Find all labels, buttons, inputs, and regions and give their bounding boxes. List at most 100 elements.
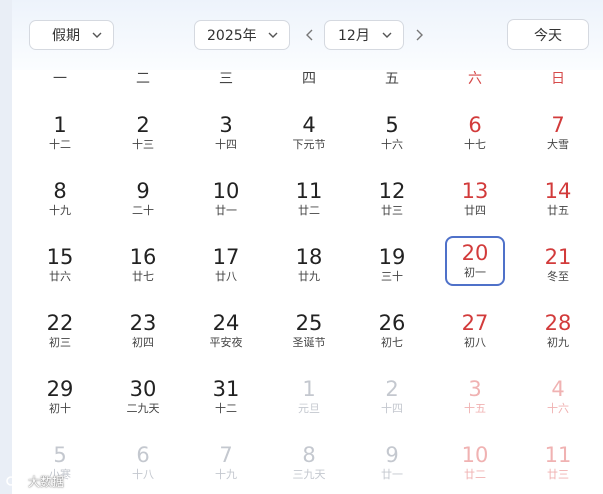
day-cell[interactable]: 8 三九天 xyxy=(279,438,339,488)
day-cell[interactable]: 31 十二 xyxy=(196,372,256,422)
day-cell[interactable]: 13 廿四 xyxy=(445,174,505,224)
lunar-label: 元旦 xyxy=(298,402,320,415)
day-number: 5 xyxy=(53,443,67,467)
chevron-left-icon[interactable] xyxy=(303,27,317,43)
day-cell[interactable]: 10 廿一 xyxy=(196,174,256,224)
day-cell[interactable]: 21 冬至 xyxy=(528,240,588,290)
day-cell[interactable]: 3 十五 xyxy=(445,372,505,422)
day-number: 4 xyxy=(551,377,565,401)
day-number: 8 xyxy=(302,443,316,467)
day-cell[interactable]: 4 下元节 xyxy=(279,108,339,158)
day-cell[interactable]: 24 平安夜 xyxy=(196,306,256,356)
lunar-label: 下元节 xyxy=(292,138,326,151)
day-cell[interactable]: 27 初八 xyxy=(445,306,505,356)
day-cell[interactable]: 25 圣诞节 xyxy=(279,306,339,356)
day-cell[interactable]: 7 大雪 xyxy=(528,108,588,158)
day-number: 9 xyxy=(136,179,150,203)
day-number: 4 xyxy=(302,113,316,137)
day-number: 1 xyxy=(302,377,316,401)
day-cell[interactable]: 28 初九 xyxy=(528,306,588,356)
day-cell[interactable]: 26 初七 xyxy=(362,306,422,356)
day-number: 24 xyxy=(212,311,240,335)
day-number: 10 xyxy=(461,443,489,467)
month-dropdown[interactable]: 12月 xyxy=(324,20,404,50)
lunar-label: 十九 xyxy=(49,204,71,217)
lunar-label: 初四 xyxy=(132,336,154,349)
day-cell[interactable]: 1 元旦 xyxy=(279,372,339,422)
day-number: 8 xyxy=(53,179,67,203)
day-number: 26 xyxy=(378,311,406,335)
day-cell[interactable]: 1 十二 xyxy=(30,108,90,158)
brand-logo-icon xyxy=(6,476,22,486)
weekday-label: 二 xyxy=(136,71,150,87)
lunar-label: 廿四 xyxy=(464,204,486,217)
day-cell[interactable]: 2 十三 xyxy=(113,108,173,158)
day-number: 12 xyxy=(378,179,406,203)
lunar-label: 十五 xyxy=(464,402,486,415)
day-cell[interactable]: 22 初三 xyxy=(30,306,90,356)
day-cell[interactable]: 11 廿二 xyxy=(279,174,339,224)
lunar-label: 廿二 xyxy=(464,468,486,481)
day-cell[interactable]: 15 廿六 xyxy=(30,240,90,290)
lunar-label: 平安夜 xyxy=(209,336,243,349)
lunar-label: 十七 xyxy=(464,138,486,151)
day-cell[interactable]: 7 十九 xyxy=(196,438,256,488)
lunar-label: 十二 xyxy=(49,138,71,151)
day-cell[interactable]: 6 十七 xyxy=(445,108,505,158)
calendar-toolbar: 假期 2025年 12月 今天 xyxy=(12,0,603,70)
lunar-label: 初九 xyxy=(547,336,569,349)
day-number: 2 xyxy=(385,377,399,401)
holiday-dropdown[interactable]: 假期 xyxy=(29,20,114,50)
day-cell[interactable]: 23 初四 xyxy=(113,306,173,356)
day-number: 16 xyxy=(129,245,157,269)
weekday-label: 一 xyxy=(53,71,67,87)
day-number: 13 xyxy=(461,179,489,203)
day-cell[interactable]: 9 二十 xyxy=(113,174,173,224)
calendar-panel: 假期 2025年 12月 今天 一二三四五六日 1 十二 2 十三 3 十四 4 下元 xyxy=(12,0,603,494)
day-cell-selected[interactable]: 20 初一 xyxy=(445,236,505,286)
lunar-label: 廿三 xyxy=(547,468,569,481)
day-number: 11 xyxy=(544,443,572,467)
lunar-label: 大雪 xyxy=(547,138,569,151)
year-dropdown[interactable]: 2025年 xyxy=(194,20,290,50)
day-cell[interactable]: 4 十六 xyxy=(528,372,588,422)
day-cell[interactable]: 8 十九 xyxy=(30,174,90,224)
day-cell[interactable]: 6 十八 xyxy=(113,438,173,488)
lunar-label: 十八 xyxy=(132,468,154,481)
day-cell[interactable]: 11 廿三 xyxy=(528,438,588,488)
day-cell[interactable]: 9 廿一 xyxy=(362,438,422,488)
day-number: 18 xyxy=(295,245,323,269)
day-cell[interactable]: 12 廿三 xyxy=(362,174,422,224)
lunar-label: 初三 xyxy=(49,336,71,349)
day-cell[interactable]: 2 十四 xyxy=(362,372,422,422)
day-number: 11 xyxy=(295,179,323,203)
today-button[interactable]: 今天 xyxy=(507,19,589,50)
weekday-label: 日 xyxy=(551,71,565,87)
day-cell[interactable]: 17 廿八 xyxy=(196,240,256,290)
weekday-label: 五 xyxy=(385,71,399,87)
day-cell[interactable]: 16 廿七 xyxy=(113,240,173,290)
day-number: 21 xyxy=(544,245,572,269)
day-cell[interactable]: 29 初十 xyxy=(30,372,90,422)
day-number: 3 xyxy=(468,377,482,401)
day-number: 6 xyxy=(468,113,482,137)
lunar-label: 初七 xyxy=(381,336,403,349)
day-cell[interactable]: 18 廿九 xyxy=(279,240,339,290)
lunar-label: 十四 xyxy=(381,402,403,415)
day-number: 6 xyxy=(136,443,150,467)
day-cell[interactable]: 5 十六 xyxy=(362,108,422,158)
day-number: 23 xyxy=(129,311,157,335)
year-dropdown-label: 2025年 xyxy=(207,28,257,44)
lunar-label: 冬至 xyxy=(547,270,569,283)
holiday-dropdown-label: 假期 xyxy=(52,28,80,44)
day-cell[interactable]: 30 二九天 xyxy=(113,372,173,422)
lunar-label: 三九天 xyxy=(292,468,326,481)
day-cell[interactable]: 14 廿五 xyxy=(528,174,588,224)
day-cell[interactable]: 3 十四 xyxy=(196,108,256,158)
lunar-label: 十九 xyxy=(215,468,237,481)
day-number: 1 xyxy=(53,113,67,137)
chevron-right-icon[interactable] xyxy=(412,27,426,43)
day-cell[interactable]: 19 三十 xyxy=(362,240,422,290)
weekday-label: 四 xyxy=(302,71,316,87)
day-cell[interactable]: 10 廿二 xyxy=(445,438,505,488)
